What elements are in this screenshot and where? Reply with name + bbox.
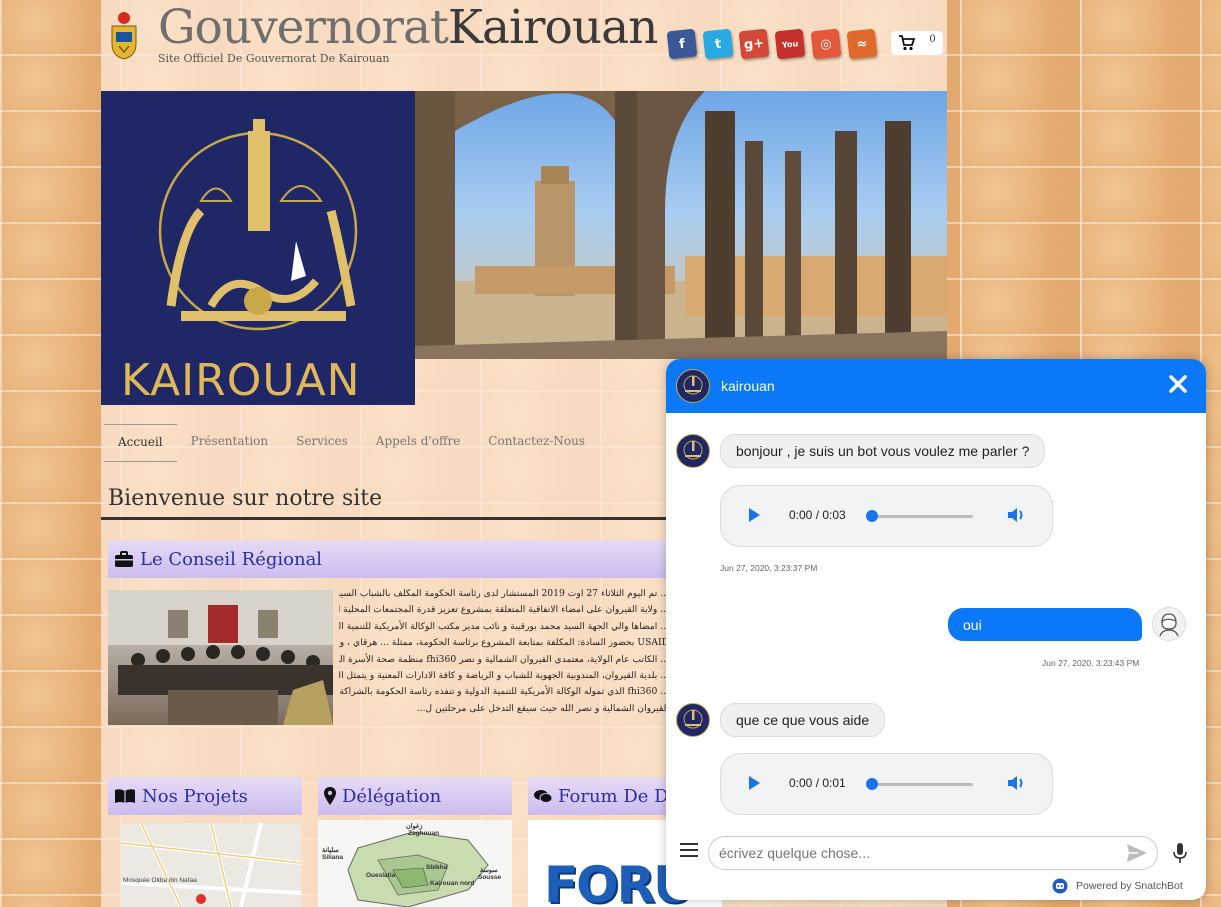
map-place-label: Mosquée Okba ibn Nafaa (123, 877, 197, 884)
message-timestamp: Jun 27, 2020, 3:23:43 PM (1042, 658, 1140, 668)
map-label: سوسة (480, 867, 498, 874)
projects-map-thumbnail[interactable]: Mosquée Okba ibn Nafaa (121, 823, 301, 907)
audio-time: 0:00 / 0:01 (789, 776, 846, 790)
council-article-text: ... تم اليوم الثلاثاء 27 اوت 2019 المستش… (339, 586, 669, 728)
user-avatar (1152, 607, 1186, 641)
nav-item-contactez-nous[interactable]: Contactez-Nous (474, 424, 599, 462)
close-icon[interactable] (1166, 374, 1190, 398)
youtube-icon[interactable]: You (774, 28, 806, 60)
twitter-icon[interactable]: t (702, 28, 734, 60)
menu-icon[interactable] (680, 843, 698, 857)
chat-bot-name: kairouan (721, 378, 775, 394)
audio-time: 0:00 / 0:03 (789, 508, 846, 522)
audio-player[interactable]: 0:00 / 0:03 (720, 485, 1053, 547)
projects-title[interactable]: Nos Projets (142, 786, 248, 807)
volume-icon[interactable] (1005, 504, 1027, 526)
chat-message-input[interactable] (708, 836, 1158, 870)
map-label: Siliana (322, 854, 343, 861)
chat-header: kairouan (666, 359, 1206, 413)
play-icon[interactable] (749, 776, 760, 790)
map-label: Zaghouan (408, 830, 440, 837)
audio-progress-track[interactable] (867, 783, 973, 786)
bot-message: que ce que vous aide (720, 703, 886, 737)
site-title: GouvernoratKairouan (158, 0, 658, 55)
council-text-line: ... بلدية القيروان، المندوبية الجهوية لل… (339, 670, 669, 682)
cart-count: 0 (929, 33, 936, 45)
site-title-part1: Gouvernorat (158, 0, 449, 55)
message-timestamp: Jun 27, 2020, 3:23:37 PM (720, 563, 818, 573)
council-text-line: القيروان الشمالية و نصر الله حيث سيقع ال… (416, 702, 669, 714)
audio-progress-handle[interactable] (866, 510, 878, 522)
instagram-icon[interactable]: ◎ (810, 28, 842, 60)
hero-banner: KAIROUAN (101, 91, 947, 405)
chat-input-row (666, 831, 1206, 875)
bot-message: bonjour , je suis un bot vous voulez me … (720, 434, 1046, 468)
rss-icon[interactable]: ≈ (846, 28, 878, 60)
council-text-line: ... تم اليوم الثلاثاء 27 اوت 2019 المستش… (339, 588, 669, 599)
map-label: Oueslatia (366, 872, 396, 879)
council-text-line: ... امضاها والي الجهة السيد محمد بورقيبة… (339, 620, 669, 632)
audio-progress-track[interactable] (867, 515, 973, 518)
audio-player[interactable]: 0:00 / 0:01 (720, 753, 1053, 815)
council-text-line: ... fhi360 الذي تموله الوكالة الأمريكية … (339, 686, 669, 698)
nav-item-appels-d-offre[interactable]: Appels d'offre (362, 424, 475, 462)
comments-icon (534, 789, 552, 803)
bot-avatar (676, 703, 710, 737)
banner-logo-text: KAIROUAN (121, 355, 361, 405)
mosque-arcade-photo (415, 91, 947, 359)
map-label: Sbikha (426, 864, 448, 871)
play-icon[interactable] (749, 508, 760, 522)
shopping-cart-icon (899, 35, 916, 51)
bot-avatar (676, 434, 710, 468)
council-title[interactable]: Le Conseil Régional (140, 549, 322, 570)
delegation-title[interactable]: Délégation (342, 786, 441, 807)
map-marker-icon (324, 787, 336, 805)
bot-avatar (676, 369, 710, 403)
volume-icon[interactable] (1005, 772, 1027, 794)
briefcase-icon (115, 550, 133, 567)
site-title-part2: Kairouan (447, 0, 658, 55)
snatchbot-logo-icon (1052, 878, 1068, 894)
kairouan-emblem-icon (683, 440, 703, 460)
send-icon[interactable] (1126, 843, 1148, 863)
kairouan-logo: KAIROUAN (101, 91, 415, 405)
cart-button[interactable]: 0 (891, 31, 943, 55)
nav-item-accueil[interactable]: Accueil (104, 424, 177, 462)
audio-progress-handle[interactable] (866, 778, 878, 790)
welcome-heading: Bienvenue sur notre site (108, 486, 383, 511)
map-label: سليانة (322, 847, 339, 854)
powered-by-text: Powered by SnatchBot (1076, 880, 1183, 892)
site-subtitle: Site Officiel De Gouvernorat De Kairouan (158, 52, 390, 65)
powered-by[interactable]: Powered by SnatchBot (1052, 878, 1183, 894)
council-section-header: Le Conseil Régional (108, 540, 708, 578)
delegation-section-header: Délégation (318, 777, 512, 815)
nav-item-services[interactable]: Services (282, 424, 362, 462)
main-nav: Accueil Présentation Services Appels d'offr… (104, 424, 599, 462)
projects-section-header: Nos Projets (108, 777, 302, 815)
tunisia-coat-of-arms-icon (109, 10, 139, 60)
kairouan-emblem-icon (683, 709, 703, 729)
council-text-line: USAID بحضور السادة: المكلفة بمتابعة المش… (339, 637, 669, 649)
council-text-line: ... الكاتب عام الولاية، معتمدي القيروان … (339, 653, 669, 665)
user-icon (1159, 613, 1179, 637)
council-meeting-photo[interactable] (108, 590, 333, 725)
facebook-icon[interactable]: f (666, 28, 698, 60)
map-label: زغوان (406, 823, 423, 830)
map-label: Kairouan nord (430, 880, 475, 887)
delegation-map-thumbnail[interactable]: زغوان Zaghouan سليانة Siliana سوسة Sousse Oues… (318, 820, 512, 907)
chatbot-widget: kairouan bonjour , je suis un bot vous v… (666, 359, 1206, 900)
map-label: Sousse (478, 874, 502, 881)
council-text-line: ... ولاية القيروان على امضاء الاتفاقية ا… (339, 604, 669, 616)
microphone-icon[interactable] (1172, 842, 1188, 864)
google-plus-icon[interactable]: g+ (738, 28, 770, 60)
open-book-icon (115, 789, 135, 803)
user-message: oui (948, 608, 1142, 641)
kairouan-emblem-icon (683, 375, 703, 395)
site-header: GouvernoratKairouan Site Officiel De Gou… (101, 0, 947, 90)
nav-item-pr-sentation[interactable]: Présentation (177, 424, 283, 462)
social-links: f t g+ You ◎ ≈ (666, 28, 878, 60)
